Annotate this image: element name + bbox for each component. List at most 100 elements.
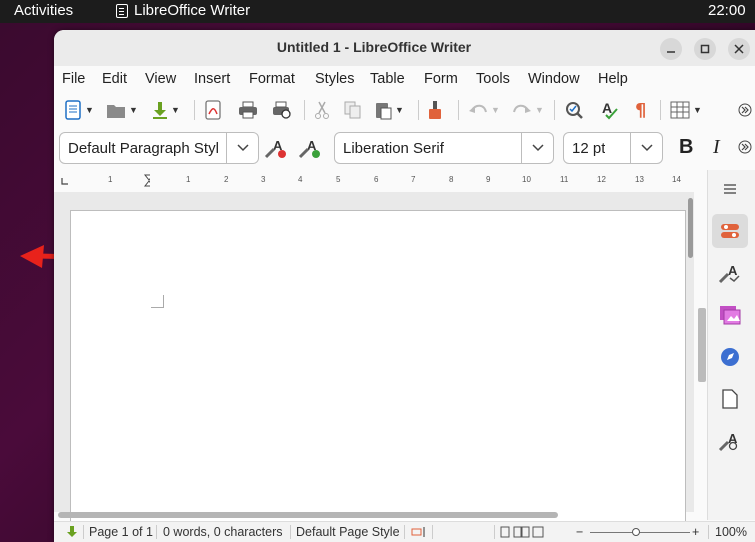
paste-button[interactable]: ▼	[374, 98, 404, 122]
standard-toolbar: ▼ ▼ ▼ ▼ ▼ ▼ A ¶ ▼	[54, 92, 755, 128]
minimize-icon	[667, 51, 675, 53]
formatting-marks-button[interactable]: ¶	[634, 98, 648, 122]
sidebar-style-inspector-tab[interactable]: A	[712, 424, 748, 458]
style-inspector-icon: A	[718, 431, 738, 452]
undo-button[interactable]: ▼	[468, 98, 500, 122]
print-button[interactable]	[238, 98, 258, 122]
chevron-double-right-icon	[738, 140, 752, 154]
export-pdf-button[interactable]	[204, 98, 222, 122]
minimize-button[interactable]	[660, 38, 682, 60]
page-icon	[722, 389, 738, 409]
ruler-label: 10	[522, 175, 531, 184]
ruler-label: 11	[560, 175, 569, 184]
new-document-icon	[65, 100, 81, 120]
update-style-button[interactable]: A	[264, 136, 288, 160]
paragraph-style-combo[interactable]: Default Paragraph Styl	[59, 132, 259, 164]
bold-button[interactable]: B	[679, 136, 693, 159]
ruler-label: 8	[449, 175, 454, 184]
menu-view[interactable]: View	[145, 71, 176, 87]
app-menu[interactable]: LibreOffice Writer	[116, 2, 250, 19]
zoom-slider[interactable]	[590, 532, 690, 533]
spellcheck-icon: A	[602, 100, 618, 120]
close-button[interactable]	[728, 38, 750, 60]
top-bar: Activities LibreOffice Writer 22:00	[0, 0, 755, 23]
paragraph-style-value: Default Paragraph Styl	[68, 140, 219, 157]
menu-format[interactable]: Format	[249, 71, 295, 87]
word-count[interactable]: 0 words, 0 characters	[163, 525, 283, 539]
menu-styles[interactable]: Styles	[315, 71, 355, 87]
font-name-combo[interactable]: Liberation Serif	[334, 132, 554, 164]
find-replace-button[interactable]	[564, 98, 584, 122]
zoom-slider-handle[interactable]	[632, 528, 640, 536]
properties-icon	[721, 224, 739, 238]
hamburger-icon	[724, 184, 736, 194]
insert-table-button[interactable]: ▼	[670, 98, 702, 122]
view-layout-icons[interactable]	[500, 526, 544, 538]
menu-file[interactable]: File	[62, 71, 85, 87]
chevron-down-icon	[640, 144, 653, 152]
sidebar-menu-button[interactable]	[712, 172, 748, 206]
zoom-out-button[interactable]: −	[576, 525, 583, 539]
paragraph-style-dropdown[interactable]	[226, 133, 258, 163]
maximize-button[interactable]	[694, 38, 716, 60]
cut-button[interactable]	[314, 98, 330, 122]
sidebar-properties-tab[interactable]	[712, 214, 748, 248]
paste-icon	[376, 103, 392, 120]
zoom-level[interactable]: 100%	[715, 525, 747, 539]
document-area	[54, 192, 694, 530]
ruler-label: 1	[108, 175, 113, 184]
horizontal-scrollbar[interactable]	[58, 512, 558, 518]
sidebar-deck-handle[interactable]	[698, 308, 706, 382]
sidebar-styles-tab[interactable]: A	[712, 256, 748, 290]
page-count[interactable]: Page 1 of 1	[89, 525, 153, 539]
text-boundary-corner	[151, 295, 164, 308]
format-overflow-button[interactable]	[738, 135, 752, 159]
menu-table[interactable]: Table	[370, 71, 405, 87]
redo-button[interactable]: ▼	[512, 98, 544, 122]
title-bar[interactable]: Untitled 1 - LibreOffice Writer	[54, 30, 755, 66]
table-icon	[670, 101, 690, 119]
sidebar-navigator-tab[interactable]	[712, 340, 748, 374]
copy-button[interactable]	[344, 98, 362, 122]
font-size-combo[interactable]: 12 pt	[563, 132, 663, 164]
italic-button[interactable]: I	[713, 136, 720, 159]
vertical-scrollbar[interactable]	[688, 198, 693, 258]
chevron-double-right-icon	[738, 103, 752, 117]
open-button[interactable]: ▼	[106, 98, 138, 122]
status-bar: Page 1 of 1 0 words, 0 characters Defaul…	[54, 521, 755, 542]
menu-window[interactable]: Window	[528, 71, 580, 87]
new-style-button[interactable]: A	[298, 136, 322, 160]
document-page[interactable]	[70, 210, 686, 530]
activities-button[interactable]: Activities	[14, 2, 73, 19]
menu-edit[interactable]: Edit	[102, 71, 127, 87]
toolbar-overflow-button[interactable]	[738, 98, 752, 122]
save-button[interactable]: ▼	[152, 98, 180, 122]
menu-form[interactable]: Form	[424, 71, 458, 87]
horizontal-ruler[interactable]: 1 1 2 3 4 5 6 7 8 9 10 11 12 13 14	[60, 172, 690, 190]
ruler-label: 12	[597, 175, 606, 184]
new-document-button[interactable]: ▼	[64, 98, 94, 122]
menu-insert[interactable]: Insert	[194, 71, 230, 87]
undo-icon	[469, 104, 487, 113]
find-replace-icon	[566, 102, 583, 119]
menu-help[interactable]: Help	[598, 71, 628, 87]
clone-formatting-button[interactable]	[426, 98, 444, 122]
window-title: Untitled 1 - LibreOffice Writer	[276, 39, 472, 55]
page-style-status[interactable]: Default Page Style	[296, 525, 400, 539]
chevron-down-icon	[236, 144, 249, 152]
copy-icon	[344, 101, 361, 119]
menu-tools[interactable]: Tools	[476, 71, 510, 87]
spelling-button[interactable]: A	[600, 98, 620, 122]
redo-icon	[513, 104, 531, 113]
zoom-in-button[interactable]: +	[692, 525, 699, 539]
font-name-dropdown[interactable]	[521, 133, 553, 163]
update-style-icon: A	[264, 138, 286, 159]
clock[interactable]: 22:00	[708, 2, 746, 19]
insert-mode-icon	[411, 527, 425, 537]
sidebar-gallery-tab[interactable]	[712, 298, 748, 332]
navigator-compass-icon	[721, 348, 739, 366]
ruler-label: 6	[374, 175, 379, 184]
font-size-dropdown[interactable]	[630, 133, 662, 163]
sidebar-page-tab[interactable]	[712, 382, 748, 416]
print-preview-button[interactable]	[272, 98, 292, 122]
